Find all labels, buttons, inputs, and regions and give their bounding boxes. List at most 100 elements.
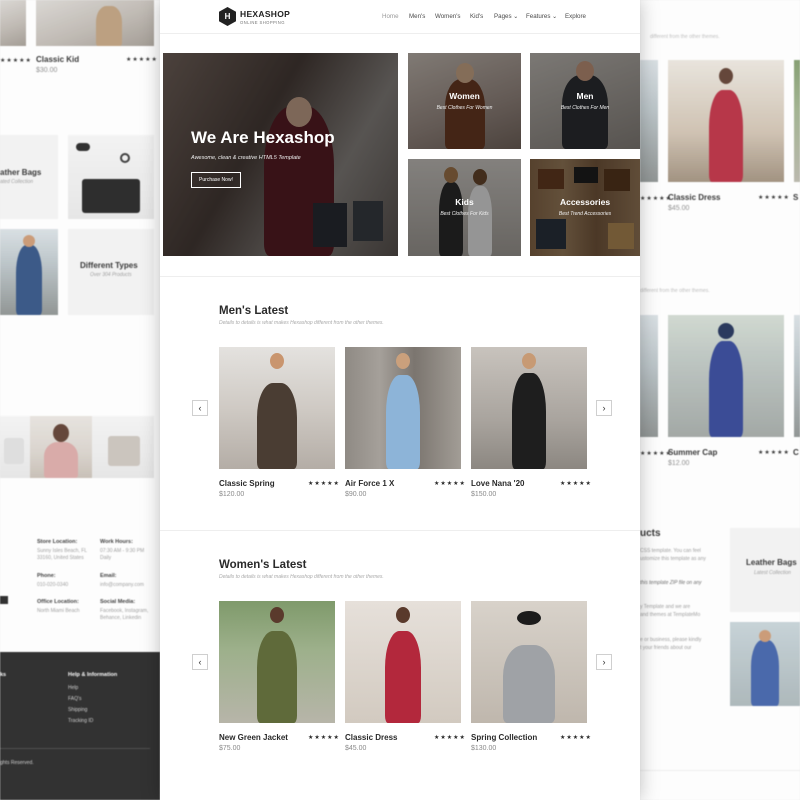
category-subtitle: Best Clothes For Kids (440, 211, 489, 217)
womens-next-arrow-icon[interactable]: › (596, 654, 612, 670)
category-subtitle: ated Collection (0, 179, 34, 185)
nav-home[interactable]: Home (382, 13, 399, 20)
category-subtitle: Best Clothes For Women (436, 105, 493, 111)
footer: ks Help & Information Help FAQ's Shippin… (0, 652, 160, 800)
product-image (794, 315, 800, 437)
rating-stars: ★★★★★ (434, 481, 466, 487)
rating-stars: ★★★★★ (560, 735, 592, 741)
contact-label: Email: (100, 573, 117, 579)
section-title-womens: Women's Latest (219, 559, 307, 571)
logo-name: HEXASHOP (240, 9, 291, 19)
logo[interactable]: H HEXASHOP ONLINE SHOPPING (219, 7, 339, 27)
product-image (794, 60, 800, 182)
rating-stars: ★★★★★ (0, 58, 32, 64)
category-title: Kids (455, 197, 474, 207)
nav-features-dropdown[interactable]: Features ⌄ (526, 13, 557, 20)
product-image (668, 60, 784, 182)
category-title: Leather Bags (746, 558, 797, 567)
category-card[interactable] (0, 135, 58, 219)
section-subtitle: different from the other themes. (640, 288, 710, 294)
body-text: e or business, please kindly (640, 637, 702, 643)
category-kids[interactable]: Kids Best Clothes For Kids (408, 159, 521, 256)
category-title: Different Types (80, 261, 138, 270)
section-subtitle: different from the other themes. (650, 34, 720, 40)
nav-kids[interactable]: Kid's (470, 13, 483, 20)
category-accessories[interactable]: Accessories Best Trend Accessories (530, 159, 640, 256)
product-price: $150.00 (471, 491, 497, 498)
model-image (30, 416, 92, 478)
send-icon[interactable] (0, 596, 8, 604)
rating-stars: ★★★★★ (308, 481, 340, 487)
left-background-page: ★★★★★ Classic Kid ★★★★★ $30.00 ather Bag… (0, 0, 160, 800)
right-background-page: different from the other themes. ★★★★★ C… (640, 0, 800, 800)
footer-link[interactable]: FAQ's (68, 696, 81, 702)
copyright-text: ghts Reserved. (0, 760, 34, 766)
divider (640, 770, 800, 771)
product-image[interactable] (471, 601, 587, 723)
section-title-mens: Men's Latest (219, 305, 289, 317)
logo-tagline: ONLINE SHOPPING (240, 20, 285, 25)
product-title: Summer Cap (668, 448, 718, 457)
womens-prev-arrow-icon[interactable]: ‹ (192, 654, 208, 670)
rating-stars: ★★★★★ (126, 57, 158, 63)
bag-image (92, 416, 154, 478)
nav-womens[interactable]: Women's (435, 13, 460, 20)
footer-divider (0, 748, 150, 749)
product-title[interactable]: Spring Collection (471, 733, 537, 742)
rating-stars: ★★★★★ (434, 735, 466, 741)
nav-mens[interactable]: Men's (409, 13, 425, 20)
product-price: $45.00 (345, 745, 367, 752)
product-image[interactable] (219, 347, 335, 469)
product-image[interactable] (345, 601, 461, 723)
product-price: $45.00 (668, 205, 690, 212)
product-image[interactable] (471, 347, 587, 469)
product-image (668, 315, 784, 437)
product-title[interactable]: Love Nana '20 (471, 479, 524, 488)
body-text: ustomize this template as any (640, 556, 706, 562)
purchase-now-button[interactable]: Purchase Now! (191, 172, 241, 188)
category-subtitle: Latest Collection (754, 570, 791, 576)
mens-next-arrow-icon[interactable]: › (596, 400, 612, 416)
nav-explore[interactable]: Explore (565, 13, 586, 20)
footer-link[interactable]: Shipping (68, 707, 87, 713)
product-title[interactable]: Classic Dress (345, 733, 397, 742)
bag-image (0, 416, 30, 478)
hero-subtitle: Awesome, clean & creative HTML5 Template (191, 155, 301, 161)
category-title: ather Bags (0, 168, 42, 177)
product-image (640, 60, 658, 182)
contact-value: North Miami Beach (37, 608, 80, 614)
contact-label: Office Location: (37, 599, 79, 605)
product-title[interactable]: Air Force 1 X (345, 479, 394, 488)
category-title: Women (449, 91, 480, 101)
logo-icon: H (219, 7, 236, 26)
contact-value: Facebook, Instagram, Behance, Linkedin (100, 608, 149, 621)
accessories-image (68, 135, 154, 219)
body-text: CSS template. You can feel (640, 548, 701, 554)
footer-link[interactable]: Tracking ID (68, 718, 93, 724)
product-title: Classic Kid (36, 55, 80, 64)
contact-value: 07:30 AM - 9:30 PM Daily (100, 548, 145, 561)
product-image (0, 0, 26, 46)
contact-value: info@company.com (100, 582, 144, 588)
nav-pages-dropdown[interactable]: Pages ⌄ (494, 13, 518, 20)
product-title[interactable]: Classic Spring (219, 479, 275, 488)
product-title[interactable]: New Green Jacket (219, 733, 288, 742)
product-price: $75.00 (219, 745, 241, 752)
body-text: t your friends about our (640, 645, 692, 651)
product-image[interactable] (345, 347, 461, 469)
mens-prev-arrow-icon[interactable]: ‹ (192, 400, 208, 416)
rating-stars: ★★★★★ (560, 481, 592, 487)
product-image[interactable] (219, 601, 335, 723)
footer-link[interactable]: Help (68, 685, 78, 691)
category-men[interactable]: Men Best Clothes For Men (530, 53, 640, 149)
product-title: Classic Dress (668, 193, 721, 202)
category-image (730, 622, 800, 706)
rating-stars: ★★★★★ (758, 450, 790, 456)
contact-value: Sunny Isles Beach, FL 33160, United Stat… (37, 548, 87, 561)
product-price: $12.00 (668, 460, 690, 467)
section-title: ucts (640, 528, 661, 539)
rating-stars: ★★★★★ (308, 735, 340, 741)
category-women[interactable]: Women Best Clothes For Women (408, 53, 521, 149)
contact-value: 010-020-0340 (37, 582, 69, 588)
main-page: H HEXASHOP ONLINE SHOPPING Home Men's Wo… (160, 0, 640, 800)
